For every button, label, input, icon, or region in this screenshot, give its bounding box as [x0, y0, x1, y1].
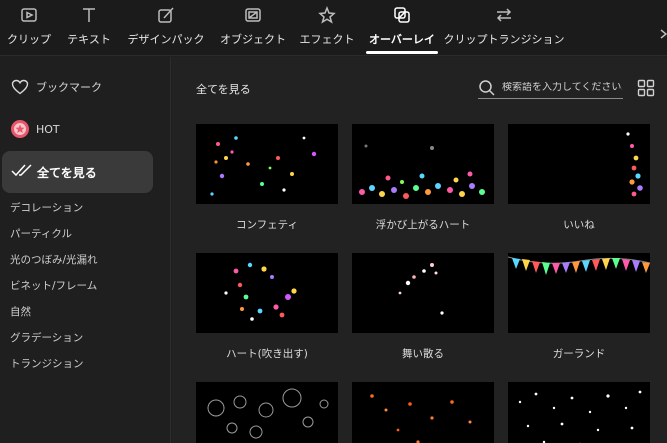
search-box[interactable]	[478, 77, 623, 99]
overlay-thumbnail-heart-burst[interactable]	[196, 253, 338, 333]
tab-design-pack[interactable]: デザインパック	[128, 0, 205, 56]
sidebar: ブックマーク HOT 全てを見る デコレーション パーティクル 光のつぼみ/光漏…	[0, 57, 171, 443]
thumbnail-label: コンフェティ	[235, 219, 299, 231]
tab-clip-transition[interactable]: クリップトランジション	[444, 0, 565, 56]
overlay-thumbnail-like[interactable]	[508, 124, 650, 204]
sidebar-category-transition[interactable]: トランジション	[10, 356, 84, 371]
design-pack-icon	[156, 5, 176, 25]
sidebar-category-vignette[interactable]: ビネット/フレーム	[10, 278, 97, 293]
hot-badge-icon	[10, 119, 30, 139]
tab-label: オブジェクト	[220, 33, 286, 46]
tab-label: オーバーレイ	[369, 33, 435, 46]
sidebar-category-particle[interactable]: パーティクル	[10, 226, 72, 241]
tab-label: クリップ	[7, 33, 51, 46]
sidebar-item-hot[interactable]: HOT	[10, 119, 60, 139]
play-clip-icon	[19, 5, 39, 25]
search-icon	[478, 79, 496, 97]
effect-star-icon	[317, 5, 337, 25]
overlay-thumbnail-snow[interactable]	[508, 382, 650, 443]
tab-label: エフェクト	[299, 33, 355, 46]
sidebar-category-decoration[interactable]: デコレーション	[10, 200, 83, 215]
heart-icon	[10, 77, 30, 97]
tab-text[interactable]: テキスト	[67, 0, 111, 56]
text-icon	[79, 5, 99, 25]
tab-label: クリップトランジション	[443, 33, 565, 46]
overlay-thumbnail-scatter[interactable]	[352, 253, 494, 333]
tab-clip[interactable]: クリップ	[7, 0, 51, 56]
double-check-icon	[11, 163, 33, 181]
page-title: 全てを見る	[196, 83, 251, 96]
overlay-thumbnail-confetti[interactable]	[196, 124, 338, 204]
overlay-icon	[392, 5, 412, 25]
sidebar-item-label: HOT	[36, 122, 60, 136]
tab-label: テキスト	[67, 33, 111, 46]
sidebar-item-label: 全てを見る	[37, 165, 97, 180]
sidebar-category-gradation[interactable]: グラデーション	[10, 330, 83, 345]
top-toolbar: クリップ テキスト デザインパック オブジェクト エフェクト オーバーレイ クリ…	[0, 0, 667, 56]
grid-view-icon[interactable]	[637, 79, 655, 97]
sidebar-category-light-leak[interactable]: 光のつぼみ/光漏れ	[10, 252, 98, 267]
sidebar-category-nature[interactable]: 自然	[10, 304, 31, 319]
transition-arrows-icon	[494, 5, 514, 25]
active-tab-indicator	[366, 51, 438, 54]
scroll-right-icon[interactable]	[660, 24, 667, 39]
overlay-thumbnail-garland[interactable]	[508, 253, 650, 333]
sidebar-item-all[interactable]: 全てを見る	[2, 151, 153, 193]
tab-label: デザインパック	[127, 33, 205, 46]
search-input[interactable]	[502, 82, 622, 93]
tab-effect[interactable]: エフェクト	[300, 0, 355, 56]
tab-overlay[interactable]: オーバーレイ	[366, 0, 438, 56]
main-panel: 全てを見る コンフェティ	[172, 57, 667, 443]
tab-object[interactable]: オブジェクト	[220, 0, 286, 56]
thumbnail-label: 浮かび上がるハート	[375, 219, 471, 231]
sidebar-item-label: ブックマーク	[36, 81, 102, 94]
thumbnail-label: ハート(吹き出す)	[226, 348, 308, 360]
thumbnail-label: いいね	[563, 219, 595, 231]
thumbnail-label: ガーランド	[552, 348, 606, 360]
thumbnail-label: 舞い散る	[402, 348, 444, 360]
overlay-thumbnail-sparks[interactable]	[352, 382, 494, 443]
object-icon	[243, 5, 263, 25]
overlay-thumbnail-floating-hearts[interactable]	[352, 124, 494, 204]
sidebar-item-bookmark[interactable]: ブックマーク	[10, 77, 102, 97]
overlay-thumbnail-bubbles[interactable]	[196, 382, 338, 443]
